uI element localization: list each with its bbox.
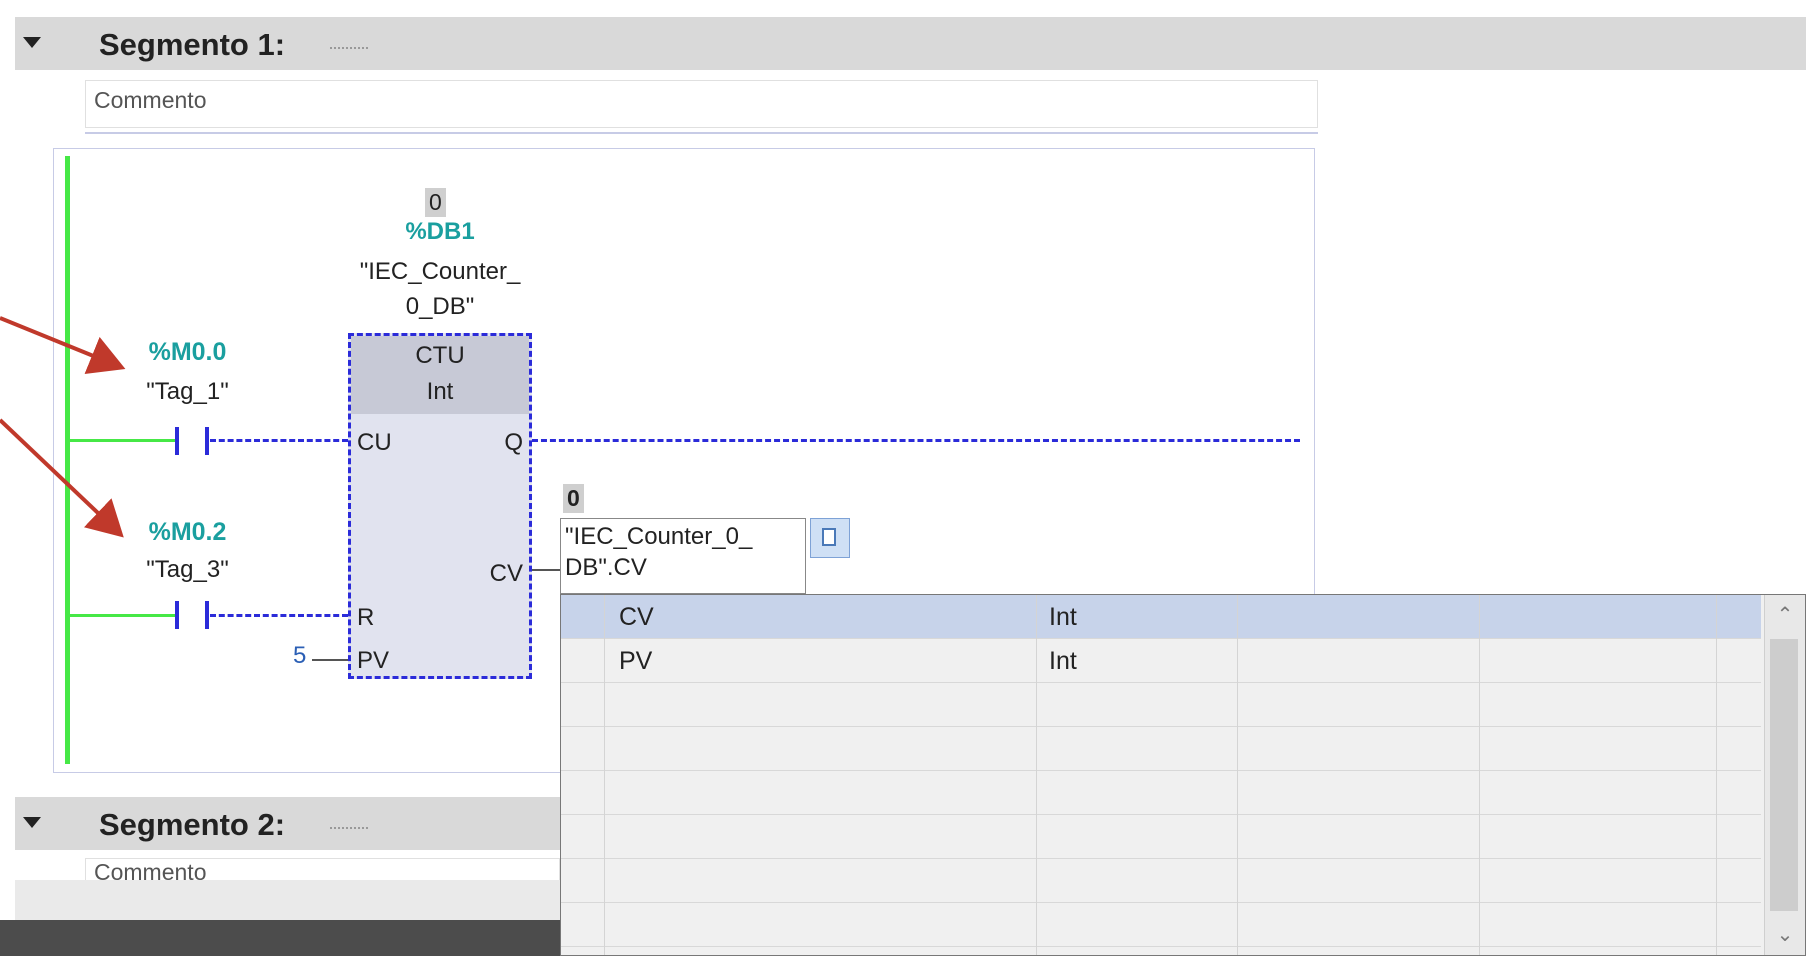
dropdown-column-divider [1716, 595, 1717, 955]
dropdown-row-empty [561, 903, 1761, 947]
pin-cv: CV [489, 560, 523, 587]
cv-value: 0 [563, 484, 584, 513]
pin-r: R [357, 604, 375, 631]
dropdown-row-empty [561, 683, 1761, 727]
db-address[interactable]: %DB1 [370, 218, 510, 246]
dropdown-row-empty [561, 727, 1761, 771]
ctu-block-type: CTU [415, 342, 465, 369]
dropdown-column-divider [1036, 595, 1037, 955]
editor-status-bar [0, 920, 560, 956]
rung-2-wire [70, 614, 175, 617]
cv-operand-input[interactable]: "IEC_Counter_0_ DB".CV [560, 518, 806, 594]
dropdown-row-type: Int [1049, 603, 1077, 631]
contact-2-left-bar [175, 601, 179, 629]
operand-browse-button[interactable] [810, 518, 850, 558]
dropdown-column-divider [1237, 595, 1238, 955]
contact-2-tag[interactable]: "Tag_3" [125, 556, 250, 584]
contact-2-right-bar [205, 601, 209, 629]
dropdown-row-empty [561, 859, 1761, 903]
cv-operand-text-line-1: "IEC_Counter_0_ [565, 523, 753, 550]
pin-q: Q [504, 429, 523, 456]
instance-value: 0 [425, 188, 446, 217]
pv-wire [312, 659, 348, 661]
ctu-block-header: CTU Int [351, 336, 529, 414]
dropdown-row-name: PV [619, 647, 653, 675]
cv-operand-text-line-2: DB".CV [565, 554, 647, 581]
dropdown-row-empty [561, 771, 1761, 815]
dropdown-row-cv[interactable]: CV Int [561, 595, 1761, 639]
annotation-arrows [0, 316, 126, 538]
segment-1-title-placeholder[interactable] [330, 47, 368, 49]
segment-2-header[interactable]: Segmento 2: [15, 797, 560, 850]
list-icon [822, 528, 836, 546]
dropdown-row-type: Int [1049, 647, 1077, 675]
dropdown-scrollbar[interactable]: ⌃ ⌄ [1764, 595, 1805, 955]
pin-pv: PV [357, 647, 390, 674]
rung-2-wire-to-r [210, 614, 348, 617]
annotation-arrow-2 [0, 418, 124, 538]
segment-2-area [15, 880, 560, 920]
ctu-block-datatype[interactable]: Int [351, 378, 529, 406]
dropdown-column-divider [1479, 595, 1480, 955]
segment-2-title-placeholder[interactable] [330, 827, 368, 829]
db-name-line-2[interactable]: 0_DB" [330, 293, 550, 321]
scrollbar-thumb[interactable] [1770, 639, 1798, 911]
annotation-arrow-1 [0, 316, 126, 374]
cv-wire [532, 569, 560, 571]
q-output-wire [532, 439, 1300, 442]
collapse-triangle-icon[interactable] [23, 817, 41, 828]
dropdown-row-pv[interactable]: PV Int [561, 639, 1761, 683]
pv-value[interactable]: 5 [293, 642, 306, 670]
dropdown-row-empty [561, 815, 1761, 859]
chevron-up-icon[interactable]: ⌃ [1765, 595, 1805, 635]
ctu-block[interactable]: CTU Int CU Q CV R PV [348, 333, 532, 679]
dropdown-row-name: CV [619, 603, 654, 631]
chevron-down-icon[interactable]: ⌄ [1765, 915, 1805, 955]
db-name-line-1[interactable]: "IEC_Counter_ [330, 258, 550, 286]
member-dropdown[interactable]: CV Int PV Int ⌃ ⌄ [560, 594, 1806, 956]
segment-2-title: Segmento 2: [99, 807, 286, 842]
pin-cu: CU [357, 429, 392, 456]
dropdown-column-divider [604, 595, 605, 955]
